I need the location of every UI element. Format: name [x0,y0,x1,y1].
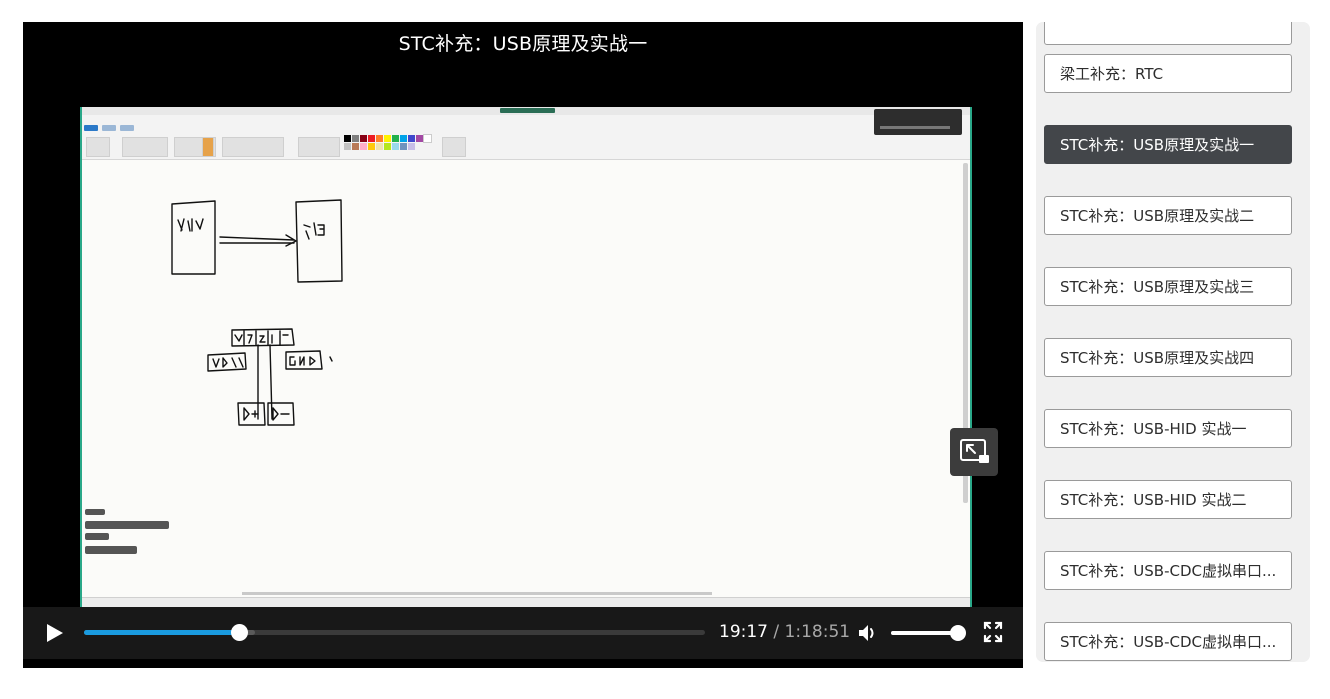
volume-handle[interactable] [949,625,966,641]
playlist-item[interactable]: STC补充：USB-CDC虚拟串口... [1044,622,1292,661]
video-title: STC补充：USB原理及实战一 [398,33,648,55]
progress-handle[interactable] [231,624,249,641]
video-player[interactable]: STC补充：USB原理及实战一 19:17 / 1:18:51 [23,22,1023,668]
exit-picture-in-picture-icon [960,439,989,463]
playlist-item[interactable]: STC补充：USB-CDC虚拟串口... [1044,551,1292,590]
time-separator: / [773,622,780,642]
playlist-item[interactable]: STC补充：USB原理及实战三 [1044,267,1292,306]
play-icon[interactable] [45,622,65,644]
playlist-item[interactable]: STC补充：USB-HID 实战二 [1044,480,1292,519]
volume-icon[interactable] [857,622,879,644]
duration: 1:18:51 [784,622,851,642]
time-display: 19:17 / 1:18:51 [719,622,850,642]
playlist-item[interactable]: 梁工补充：RTC [1044,54,1292,93]
progress-played [84,630,240,635]
playlist-item[interactable]: STC补充：USB原理及实战二 [1044,196,1292,235]
recorded-hscrollbar [242,592,712,595]
playlist-item[interactable]: STC补充：USB-HID 实战一 [1044,409,1292,448]
playlist-panel[interactable]: 梁工补充：RTC STC补充：USB原理及实战一 STC补充：USB原理及实战二 ST… [1036,22,1310,662]
current-time: 19:17 [719,622,768,642]
playlist-item[interactable]: STC补充：USB原理及实战一 [1044,125,1292,164]
volume-level [891,631,958,635]
recorded-statusbar [82,597,970,607]
video-frame[interactable] [80,107,972,607]
progress-bar[interactable] [84,624,705,641]
playlist-item[interactable] [1044,22,1292,45]
fullscreen-icon[interactable] [983,621,1003,643]
playlist-item[interactable]: STC补充：USB原理及实战四 [1044,338,1292,377]
hand-drawn-diagram [85,199,343,554]
pip-button[interactable] [950,428,998,476]
volume-slider[interactable] [891,625,966,641]
control-bar: 19:17 / 1:18:51 [23,607,1023,659]
